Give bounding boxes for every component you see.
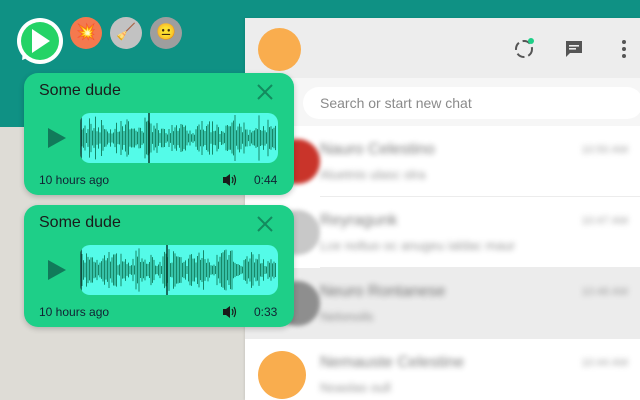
chat-avatar: [258, 351, 306, 399]
chat-item[interactable]: Reyragunk Lce noltuo oc anugeu ialdac ma…: [245, 197, 640, 268]
voice-message-card: Some dude 10 hours ago 0:44: [24, 73, 294, 195]
profile-avatar[interactable]: [258, 28, 301, 71]
chat-name: Nauro Celestino: [320, 141, 435, 158]
burst-icon[interactable]: 💥: [70, 17, 102, 49]
face-icon[interactable]: 😐: [150, 17, 182, 49]
search-bar: Search or start new chat: [245, 78, 640, 126]
voice-message-card: Some dude 10 hours ago 0:33: [24, 205, 294, 327]
new-chat-icon[interactable]: [562, 37, 586, 61]
chat-name: Neuro Rontanese: [320, 283, 446, 300]
play-button[interactable]: [48, 260, 66, 280]
play-button[interactable]: [48, 128, 66, 148]
status-icon[interactable]: [512, 37, 536, 61]
time-ago: 10 hours ago: [39, 173, 110, 187]
close-icon[interactable]: [254, 213, 276, 235]
speaker-icon[interactable]: [222, 305, 238, 319]
whatsapp-sidebar: Search or start new chat Nauro Celestino…: [245, 18, 640, 400]
chat-item[interactable]: Nemauste Celestine Noaslas oull 10:44 AM: [245, 339, 640, 400]
chat-time: 10:48 AM: [581, 286, 628, 298]
chat-time: 10:50 AM: [581, 144, 628, 156]
menu-icon[interactable]: [612, 37, 636, 61]
close-icon[interactable]: [254, 81, 276, 103]
play-icon: [32, 29, 50, 53]
search-placeholder: Search or start new chat: [320, 95, 472, 111]
waveform[interactable]: [80, 245, 278, 295]
chat-item[interactable]: Neuro Rontanese Nelonoils 10:48 AM: [245, 268, 640, 339]
duration: 0:33: [254, 305, 278, 319]
chat-last-message: Aluetnis ulasc olra: [320, 167, 426, 182]
time-ago: 10 hours ago: [39, 305, 110, 319]
speaker-icon[interactable]: [222, 173, 238, 187]
chat-last-message: Nelonoils: [320, 309, 374, 324]
chat-name: Nemauste Celestine: [320, 354, 465, 371]
broom-icon[interactable]: 🧹: [110, 17, 142, 49]
sender-name: Some dude: [39, 82, 121, 99]
whatsapp-header: [245, 18, 640, 78]
chat-item[interactable]: Nauro Celestino Aluetnis ulasc olra 10:5…: [245, 126, 640, 197]
chat-last-message: Lce noltuo oc anugeu ialdac maur: [320, 238, 516, 253]
sender-name: Some dude: [39, 214, 121, 231]
chat-last-message: Noaslas oull: [320, 380, 391, 395]
chat-time: 10:47 AM: [581, 215, 628, 227]
duration: 0:44: [254, 173, 278, 187]
chat-name: Reyragunk: [320, 212, 398, 229]
chat-time: 10:44 AM: [581, 357, 628, 369]
waveform[interactable]: [80, 113, 278, 163]
whatsapp-play-logo-icon[interactable]: [17, 18, 63, 64]
search-input[interactable]: Search or start new chat: [303, 87, 640, 119]
